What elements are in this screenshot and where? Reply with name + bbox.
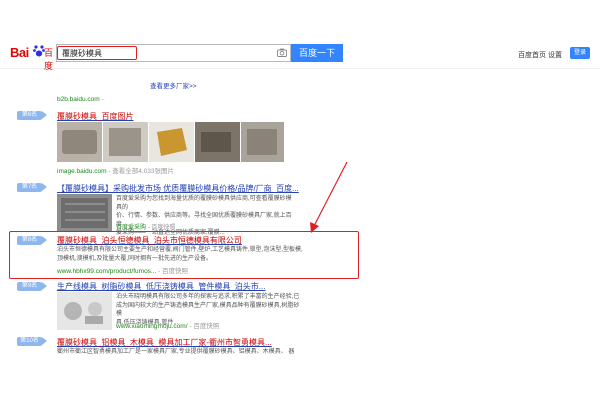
url-text: www.xiaomingmoju.com/ (116, 323, 188, 330)
result-url[interactable]: image.baidu.com - 查看全部4,033张图片 (57, 165, 174, 175)
logo-text-du: 百度 (44, 48, 54, 71)
rank-marker: 第9名 (17, 282, 47, 291)
result-thumbnail[interactable] (57, 292, 112, 330)
search-button[interactable]: 百度一下 (291, 44, 343, 62)
login-button[interactable]: 登录 (570, 47, 590, 59)
search-query-text[interactable]: 覆膜砂模具 (62, 48, 102, 59)
result-title[interactable]: 【覆膜砂模具】采购批发市场 优质覆膜砂模具价格/品牌/厂商_百度... (57, 183, 299, 194)
result-url[interactable]: www.xiaomingmoju.com/ - 百度快照 (116, 320, 219, 330)
result-title[interactable]: 生产线模具_树脂砂模具_低压浇铸模具_管件模具_泊头市... (57, 281, 265, 292)
result-title[interactable]: 覆膜砂模具_百度图片 (57, 111, 133, 122)
settings-link[interactable]: 设置 (548, 50, 562, 60)
baidu-logo[interactable]: Bai 百度 (10, 44, 54, 71)
more-vendors-link[interactable]: 查看更多厂家>> (150, 80, 197, 90)
rank-marker: 第6名 (17, 111, 47, 120)
url-suffix: - 查看全部4,033张图片 (108, 168, 175, 175)
url-suffix: - 百度快照 (189, 323, 220, 330)
result-thumbnail[interactable] (57, 194, 112, 232)
camera-icon[interactable] (277, 48, 287, 57)
url-text: b2b.baidu.com (57, 96, 100, 103)
home-link[interactable]: 百度首页 (518, 50, 546, 60)
url-text: image.baidu.com (57, 168, 107, 175)
logo-text-bai: Bai (10, 45, 29, 60)
result-url[interactable]: b2b.baidu.com - (57, 96, 104, 103)
b2b-badge[interactable]: 百度爱采购 - 百度快照 (116, 222, 175, 231)
result-title[interactable]: 覆膜砂模具_铝模具_木模具_模具加工厂家-衢州市智勇模具... (57, 337, 272, 348)
highlight-annotation-box (9, 231, 359, 279)
result-snippet: 衢州市衢江区智勇模具加工厂是一家模具厂家,专业提供覆膜砂模具、铝模具、木模具、 … (57, 349, 295, 355)
image-results-strip[interactable] (57, 122, 284, 162)
url-suffix: - (101, 96, 104, 103)
rank-marker: 第10名 (17, 337, 47, 346)
rank-marker: 第7名 (17, 183, 47, 192)
